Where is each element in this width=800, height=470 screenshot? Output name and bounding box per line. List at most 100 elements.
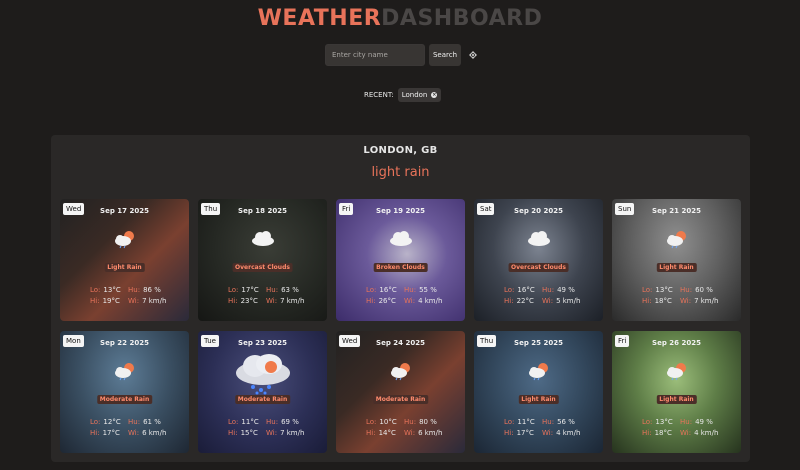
- wi-label: Wi:: [266, 297, 278, 305]
- cloud-icon: [387, 229, 415, 251]
- forecast-date: Sep 24 2025: [376, 339, 425, 347]
- hu-label: Hu:: [542, 418, 555, 426]
- hi-label: Hi:: [366, 297, 376, 305]
- humidity-value: 69 %: [281, 418, 299, 426]
- forecast-stats: Lo: 16°C Hu: 55 % Hi: 26°C Wi: 4 km/h: [366, 286, 442, 308]
- lo-value: 13°C: [655, 418, 673, 426]
- forecast-stats: Lo: 12°C Hu: 61 % Hi: 17°C Wi: 6 km/h: [90, 418, 166, 440]
- forecast-card: Fri Sep 19 2025 Broken Clouds Lo: 16°C Hu: 55 …: [336, 199, 465, 321]
- hi-label: Hi:: [504, 297, 514, 305]
- sun-cloud-rain-icon: [112, 361, 138, 385]
- forecast-card: Tue Sep 23 2025 Moderate Rain Lo: 11°C Hu: 69 …: [198, 331, 327, 453]
- condition-label: Overcast Clouds: [508, 263, 569, 272]
- lo-label: Lo:: [642, 286, 653, 294]
- lo-label: Lo:: [228, 286, 239, 294]
- forecast-date: Sep 21 2025: [652, 207, 701, 215]
- forecast-card: Thu Sep 18 2025 Overcast Clouds Lo: 17°C Hu: 6…: [198, 199, 327, 321]
- wi-label: Wi:: [404, 429, 416, 437]
- forecast-stats: Lo: 17°C Hu: 63 % Hi: 23°C Wi: 7 km/h: [228, 286, 304, 308]
- wind-value: 5 km/h: [556, 297, 581, 305]
- forecast-date: Sep 23 2025: [238, 339, 287, 347]
- lo-label: Lo:: [504, 286, 515, 294]
- wind-value: 6 km/h: [418, 429, 443, 437]
- hi-value: 15°C: [240, 429, 258, 437]
- city-name: LONDON, GB: [363, 145, 438, 156]
- hu-label: Hu:: [266, 418, 279, 426]
- condition-label: Light Rain: [104, 263, 145, 272]
- cloud-icon: [249, 229, 277, 251]
- forecast-date: Sep 19 2025: [376, 207, 425, 215]
- locate-icon[interactable]: [469, 51, 477, 59]
- humidity-value: 56 %: [557, 418, 575, 426]
- lo-value: 16°C: [379, 286, 397, 294]
- forecast-date: Sep 18 2025: [238, 207, 287, 215]
- humidity-value: 61 %: [143, 418, 161, 426]
- hi-label: Hi:: [642, 429, 652, 437]
- forecast-stats: Lo: 13°C Hu: 86 % Hi: 19°C Wi: 7 km/h: [90, 286, 166, 308]
- lo-label: Lo:: [504, 418, 515, 426]
- condition-label: Moderate Rain: [96, 395, 153, 404]
- forecast-card: Mon Sep 22 2025 Moderate Rain Lo: 12°C Hu: 61 …: [60, 331, 189, 453]
- lo-value: 16°C: [517, 286, 535, 294]
- title-part-dashboard: DASHBOARD: [381, 6, 543, 31]
- wi-label: Wi:: [128, 297, 140, 305]
- hu-label: Hu:: [542, 286, 555, 294]
- condition-label: Overcast Clouds: [232, 263, 293, 272]
- hi-value: 17°C: [516, 429, 534, 437]
- hi-label: Hi:: [642, 297, 652, 305]
- forecast-stats: Lo: 10°C Hu: 80 % Hi: 14°C Wi: 6 km/h: [366, 418, 442, 440]
- humidity-value: 80 %: [419, 418, 437, 426]
- lo-label: Lo:: [228, 418, 239, 426]
- humidity-value: 55 %: [419, 286, 437, 294]
- lo-value: 11°C: [241, 418, 259, 426]
- lo-value: 10°C: [379, 418, 397, 426]
- condition-label: Broken Clouds: [373, 263, 428, 272]
- hi-value: 17°C: [102, 429, 120, 437]
- rain-cloud-icon: [233, 353, 293, 399]
- lo-value: 12°C: [103, 418, 121, 426]
- condition-label: Light Rain: [656, 395, 697, 404]
- wi-label: Wi:: [266, 429, 278, 437]
- lo-label: Lo:: [366, 418, 377, 426]
- hu-label: Hu:: [266, 286, 279, 294]
- wi-label: Wi:: [404, 297, 416, 305]
- wi-label: Wi:: [128, 429, 140, 437]
- wi-label: Wi:: [680, 429, 692, 437]
- lo-label: Lo:: [642, 418, 653, 426]
- sun-cloud-rain-icon: [526, 361, 552, 385]
- hi-value: 18°C: [654, 297, 672, 305]
- search-button[interactable]: Search: [429, 44, 461, 66]
- recent-label: RECENT:: [364, 91, 394, 99]
- hi-label: Hi:: [90, 429, 100, 437]
- forecast-date: Sep 20 2025: [514, 207, 563, 215]
- hi-label: Hi:: [504, 429, 514, 437]
- hu-label: Hu:: [128, 286, 141, 294]
- wi-label: Wi:: [542, 297, 554, 305]
- condition-label: Light Rain: [656, 263, 697, 272]
- hi-label: Hi:: [228, 297, 238, 305]
- hi-value: 18°C: [654, 429, 672, 437]
- forecast-stats: Lo: 13°C Hu: 49 % Hi: 18°C Wi: 4 km/h: [642, 418, 718, 440]
- search-bar: Search: [325, 44, 477, 66]
- lo-value: 17°C: [241, 286, 259, 294]
- wind-value: 4 km/h: [694, 429, 719, 437]
- forecast-stats: Lo: 13°C Hu: 60 % Hi: 18°C Wi: 7 km/h: [642, 286, 718, 308]
- forecast-stats: Lo: 16°C Hu: 49 % Hi: 22°C Wi: 5 km/h: [504, 286, 580, 308]
- wind-value: 7 km/h: [280, 429, 305, 437]
- hi-label: Hi:: [90, 297, 100, 305]
- sun-cloud-rain-icon: [664, 361, 690, 385]
- humidity-value: 63 %: [281, 286, 299, 294]
- hu-label: Hu:: [680, 286, 693, 294]
- wind-value: 7 km/h: [142, 297, 167, 305]
- wind-value: 7 km/h: [694, 297, 719, 305]
- close-icon[interactable]: ×: [431, 92, 438, 98]
- humidity-value: 86 %: [143, 286, 161, 294]
- city-search-input[interactable]: [325, 44, 425, 66]
- hi-value: 23°C: [240, 297, 258, 305]
- weather-panel: LONDON, GB light rain Wed Sep 17 2025 Ligh…: [51, 135, 750, 462]
- recent-chip-london[interactable]: London ×: [397, 88, 442, 102]
- recent-searches: RECENT: London ×: [364, 88, 442, 102]
- hu-label: Hu:: [680, 418, 693, 426]
- condition-label: Light Rain: [518, 395, 559, 404]
- wi-label: Wi:: [542, 429, 554, 437]
